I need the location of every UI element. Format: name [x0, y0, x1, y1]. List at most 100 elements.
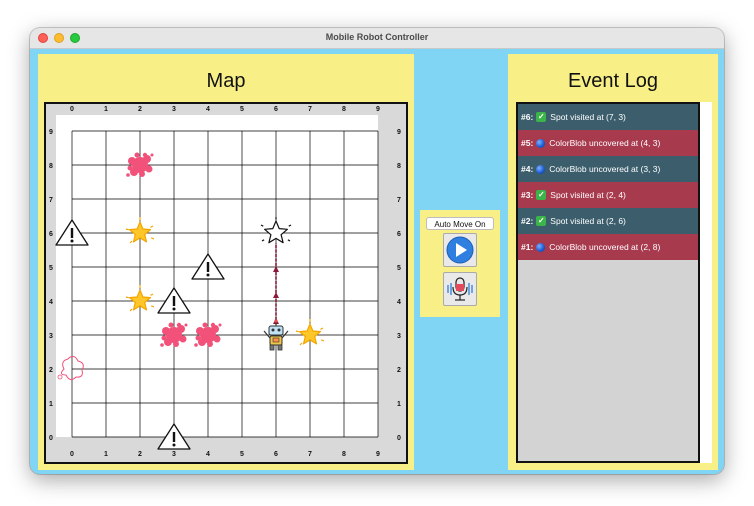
event-log-list[interactable]: #6: ✓ Spot visited at (7, 3) #5: ColorBlob u…	[516, 102, 700, 463]
play-button[interactable]	[443, 233, 477, 267]
event-text: Spot visited at (7, 3)	[550, 112, 626, 122]
x-tick-label-bottom: 6	[274, 451, 278, 458]
y-tick-label-left: 6	[49, 231, 53, 238]
event-log-entry: #3: ✓ Spot visited at (2, 4)	[518, 182, 698, 208]
sparkle	[125, 296, 129, 299]
auto-move-toggle[interactable]: Auto Move On	[426, 217, 494, 230]
x-tick-label-bottom: 4	[206, 451, 210, 458]
y-tick-label-right: 8	[397, 163, 401, 170]
y-tick-label-right: 7	[397, 197, 401, 204]
warning-dot	[172, 307, 176, 311]
paint-drop	[173, 341, 179, 347]
robot-leg	[269, 344, 275, 351]
x-tick-label-top: 2	[138, 106, 142, 113]
y-tick-label-left: 9	[49, 129, 53, 136]
checkmark-icon: ✓	[536, 112, 547, 122]
paint-drop	[161, 335, 167, 341]
robot-icon	[268, 325, 284, 336]
y-tick-label-right: 2	[397, 367, 401, 374]
event-log-entry: #6: ✓ Spot visited at (7, 3)	[518, 104, 698, 130]
warning-bar	[172, 432, 176, 442]
warning-bar	[206, 262, 210, 272]
event-text: ColorBlob uncovered at (4, 3)	[549, 138, 661, 148]
y-tick-label-right: 6	[397, 231, 401, 238]
event-log-entry: #5: ColorBlob uncovered at (4, 3)	[518, 130, 698, 156]
paint-drop	[160, 343, 164, 347]
robot-panel	[272, 337, 280, 343]
blue-dot-icon	[536, 138, 546, 148]
blue-dot-icon	[536, 164, 546, 174]
event-number: #4:	[521, 164, 534, 174]
paint-drop	[176, 322, 182, 328]
paint-drop	[195, 335, 201, 341]
event-log-entry: #1: ColorBlob uncovered at (2, 8)	[518, 234, 698, 260]
event-log-scrollbar[interactable]	[700, 102, 712, 463]
x-tick-label-top: 6	[274, 106, 278, 113]
y-tick-label-right: 1	[397, 401, 401, 408]
paint-drop	[207, 341, 213, 347]
map-title: Map	[206, 70, 246, 92]
paint-drop	[218, 323, 222, 327]
y-tick-label-left: 2	[49, 367, 53, 374]
map-grid[interactable]: 0 0 1 1 2 2 3 3 4 4 5 5 6 6 7 7 8 8 9 9 9 9 8 8 7 7 6 6 5 5 4 4 3 3 2 2 1 1 0 0	[46, 104, 406, 462]
x-tick-label-top: 7	[308, 106, 312, 113]
x-tick-label-top: 5	[240, 106, 244, 113]
event-number: #3:	[521, 190, 534, 200]
paint-drop	[162, 327, 170, 335]
x-tick-label-bottom: 0	[70, 451, 74, 458]
robot-eye	[277, 328, 281, 332]
paint-drop	[150, 153, 154, 157]
event-log-title: Event Log	[567, 70, 659, 92]
x-tick-label-bottom: 7	[308, 451, 312, 458]
title-bar: Mobile Robot Controller	[30, 28, 724, 49]
x-tick-label-bottom: 3	[172, 451, 176, 458]
microphone-button[interactable]	[443, 272, 477, 306]
x-tick-label-bottom: 1	[104, 451, 108, 458]
paint-drop	[127, 165, 133, 171]
event-text: Spot visited at (2, 6)	[550, 216, 626, 226]
event-number: #5:	[521, 138, 534, 148]
paint-drop	[202, 322, 208, 328]
paint-drop	[179, 335, 187, 343]
sparkle	[295, 330, 299, 333]
y-tick-label-right: 9	[397, 129, 401, 136]
warning-bar	[172, 296, 176, 306]
event-number: #1:	[521, 242, 534, 252]
warning-dot	[172, 443, 176, 447]
robot-eye	[271, 328, 275, 332]
paint-drop	[210, 322, 216, 328]
paint-drop	[145, 165, 153, 173]
y-tick-label-right: 5	[397, 265, 401, 272]
event-number: #2:	[521, 216, 534, 226]
event-log-entry: #4: ColorBlob uncovered at (3, 3)	[518, 156, 698, 182]
y-tick-label-left: 3	[49, 333, 53, 340]
x-tick-label-top: 1	[104, 106, 108, 113]
play-icon	[446, 236, 474, 264]
paint-drop	[168, 322, 174, 328]
x-tick-label-top: 8	[342, 106, 346, 113]
checkmark-icon: ✓	[536, 216, 547, 226]
event-log-entry: #2: ✓ Spot visited at (2, 6)	[518, 208, 698, 234]
y-tick-label-left: 7	[49, 197, 53, 204]
window-title: Mobile Robot Controller	[325, 32, 429, 42]
map-frame: 0 0 1 1 2 2 3 3 4 4 5 5 6 6 7 7 8 8 9 9 9 9 8 8 7 7 6 6 5 5 4 4 3 3 2 2 1 1 0 0	[44, 102, 408, 464]
y-tick-label-left: 1	[49, 401, 53, 408]
sparkle	[125, 228, 129, 231]
robot-leg	[277, 344, 283, 351]
y-tick-label-left: 8	[49, 163, 53, 170]
paint-drop	[128, 157, 136, 165]
event-text: ColorBlob uncovered at (3, 3)	[549, 164, 661, 174]
x-tick-label-top: 9	[376, 106, 380, 113]
map-panel: Map 0 0 1 1 2 2 3 3 4 4 5 5 6 6 7 7 8 8 9 9 9 9 8 8 7 7 6 6 5 5 4 4 3 3 2 2…	[38, 54, 414, 470]
warning-bar	[70, 228, 74, 238]
y-tick-label-right: 3	[397, 333, 401, 340]
event-log-panel: Event Log #6: ✓ Spot visited at (7, 3) #5: C…	[508, 54, 718, 470]
x-tick-label-bottom: 5	[240, 451, 244, 458]
paint-drop	[184, 323, 188, 327]
x-tick-label-top: 0	[70, 106, 74, 113]
x-tick-label-bottom: 8	[342, 451, 346, 458]
x-tick-label-bottom: 2	[138, 451, 142, 458]
paint-drop	[213, 335, 221, 343]
x-tick-label-top: 4	[206, 106, 210, 113]
event-text: Spot visited at (2, 4)	[550, 190, 626, 200]
